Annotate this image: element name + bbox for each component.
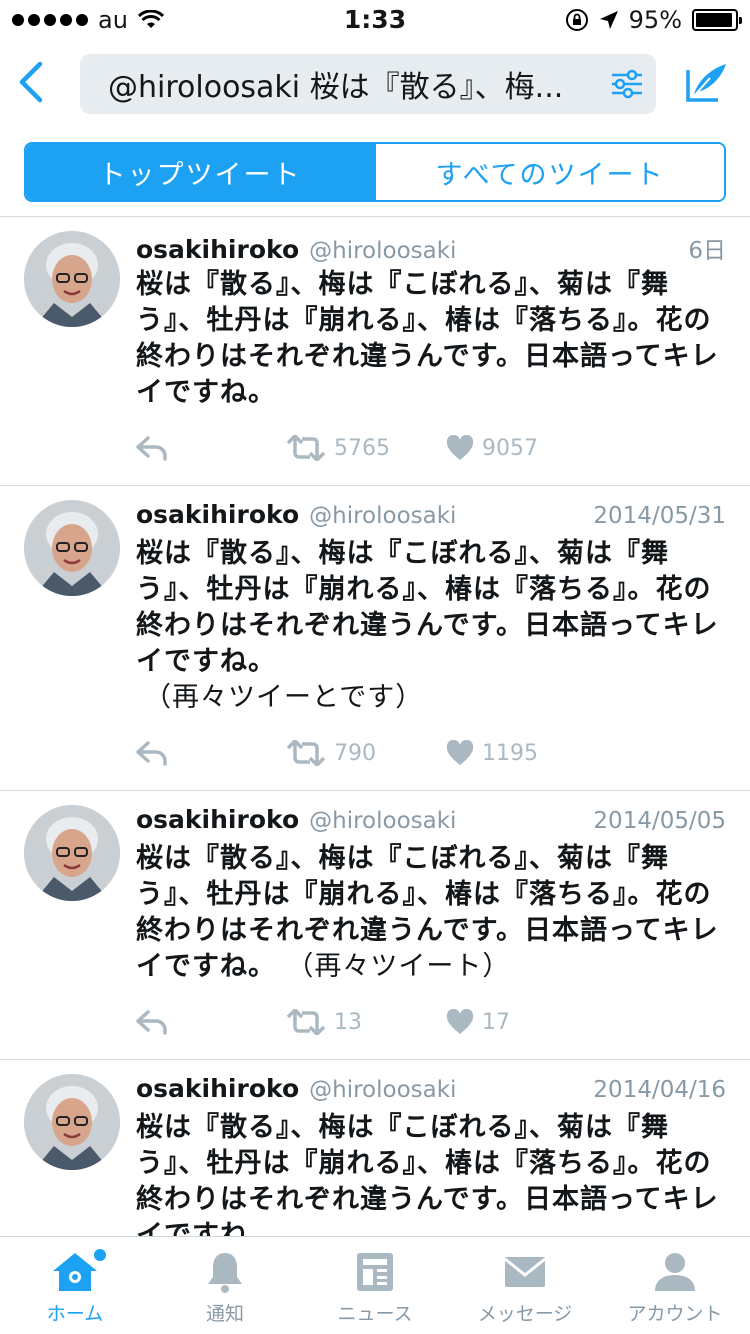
tweet-date: 2014/05/05 bbox=[593, 808, 726, 834]
retweet-button[interactable]: 5765 bbox=[286, 435, 446, 461]
tweet-date: 2014/04/16 bbox=[593, 1077, 726, 1103]
bell-icon bbox=[208, 1253, 242, 1293]
avatar[interactable] bbox=[24, 805, 120, 901]
retweet-icon bbox=[286, 740, 326, 766]
tweet-text-extra: （再々ツイート） bbox=[286, 951, 511, 982]
tweet-text: 桜は『散る』、梅は『こぼれる』、菊は『舞う』、牡丹は『崩れる』、椿は『落ちる』。… bbox=[136, 536, 726, 716]
heart-icon bbox=[446, 435, 474, 460]
retweet-button[interactable]: 790 bbox=[286, 740, 446, 766]
notification-dot bbox=[94, 1249, 106, 1261]
retweet-icon bbox=[286, 435, 326, 461]
heart-icon bbox=[446, 1009, 474, 1034]
retweet-count: 5765 bbox=[334, 435, 390, 461]
tab-messages-label: メッセージ bbox=[477, 1303, 573, 1325]
tweet-text: 桜は『散る』、梅は『こぼれる』、菊は『舞う』、牡丹は『崩れる』、椿は『落ちる』。… bbox=[136, 1110, 726, 1236]
search-field[interactable]: @hiroloosaki 桜は『散る』、梅... bbox=[80, 54, 656, 114]
like-count: 1195 bbox=[482, 740, 538, 766]
tab-all-tweets[interactable]: すべてのツイート bbox=[374, 144, 724, 200]
home-icon bbox=[53, 1253, 97, 1291]
bottom-tab-bar: ホーム 通知 ニュース メッセージ アカウント bbox=[0, 1236, 750, 1334]
like-button[interactable]: 17 bbox=[446, 1009, 510, 1035]
like-count: 9057 bbox=[482, 435, 538, 461]
tweet-text-main: 桜は『散る』、梅は『こぼれる』、菊は『舞う』、牡丹は『崩れる』、椿は『落ちる』。… bbox=[136, 538, 719, 677]
tweet-text: 桜は『散る』、梅は『こぼれる』、菊は『舞う』、牡丹は『崩れる』、椿は『落ちる』。… bbox=[136, 267, 726, 411]
retweet-count: 13 bbox=[334, 1009, 362, 1035]
avatar[interactable] bbox=[24, 231, 120, 327]
author-name[interactable]: osakihiroko bbox=[136, 235, 299, 264]
tweet-text-extra: （再々ツイーとです） bbox=[144, 682, 424, 713]
tweet-text: 桜は『散る』、梅は『こぼれる』、菊は『舞う』、牡丹は『崩れる』、椿は『落ちる』。… bbox=[136, 841, 726, 985]
tweet-actions: 13 17 bbox=[136, 985, 726, 1059]
compose-tweet-icon[interactable] bbox=[684, 62, 728, 104]
location-arrow-icon bbox=[599, 11, 618, 29]
author-handle[interactable]: @hiroloosaki bbox=[309, 238, 456, 264]
tweet-text-main: 桜は『散る』、梅は『こぼれる』、菊は『舞う』、牡丹は『崩れる』、椿は『落ちる』。… bbox=[136, 1112, 719, 1236]
like-count: 17 bbox=[482, 1009, 510, 1035]
search-query[interactable]: @hiroloosaki 桜は『散る』、梅... bbox=[108, 62, 563, 106]
author-handle[interactable]: @hiroloosaki bbox=[309, 1077, 456, 1103]
status-bar: au 1:33 95% bbox=[0, 0, 750, 40]
tweet-filter-segments: トップツイート すべてのツイート bbox=[24, 142, 726, 202]
search-filter-icon[interactable] bbox=[610, 69, 644, 99]
tab-news-label: ニュース bbox=[337, 1303, 413, 1325]
author-handle[interactable]: @hiroloosaki bbox=[309, 808, 456, 834]
tweet-text-main: 桜は『散る』、梅は『こぼれる』、菊は『舞う』、牡丹は『崩れる』、椿は『落ちる』。… bbox=[136, 269, 719, 408]
tweet-actions: 5765 9057 bbox=[136, 411, 726, 485]
like-button[interactable]: 9057 bbox=[446, 435, 538, 461]
tweet-date: 2014/05/31 bbox=[593, 503, 726, 529]
reply-button[interactable] bbox=[136, 1009, 286, 1035]
reply-button[interactable] bbox=[136, 740, 286, 766]
battery-percent: 95% bbox=[628, 6, 682, 34]
reply-button[interactable] bbox=[136, 435, 286, 461]
tab-notifications-label: 通知 bbox=[205, 1303, 244, 1325]
like-button[interactable]: 1195 bbox=[446, 740, 538, 766]
author-name[interactable]: osakihiroko bbox=[136, 805, 299, 834]
tweet-item[interactable]: osakihiroko @hiroloosaki 2014/05/31 桜は『散… bbox=[0, 486, 750, 791]
retweet-icon bbox=[286, 1009, 326, 1035]
reply-icon bbox=[136, 741, 167, 766]
tweet-item[interactable]: osakihiroko @hiroloosaki 2014/05/05 桜は『散… bbox=[0, 791, 750, 1060]
avatar[interactable] bbox=[24, 500, 120, 596]
status-right: 95% bbox=[565, 6, 742, 34]
author-name[interactable]: osakihiroko bbox=[136, 1074, 299, 1103]
author-handle[interactable]: @hiroloosaki bbox=[309, 503, 456, 529]
heart-icon bbox=[446, 740, 474, 765]
tab-notifications[interactable]: 通知 bbox=[150, 1237, 300, 1334]
tweet-item[interactable]: osakihiroko @hiroloosaki 6日 桜は『散る』、梅は『こぼ… bbox=[0, 217, 750, 486]
tab-messages[interactable]: メッセージ bbox=[450, 1237, 600, 1334]
reply-icon bbox=[136, 436, 167, 461]
tab-top-tweets[interactable]: トップツイート bbox=[26, 144, 374, 200]
tab-home-label: ホーム bbox=[46, 1303, 104, 1325]
avatar[interactable] bbox=[24, 1074, 120, 1170]
tab-account[interactable]: アカウント bbox=[600, 1237, 750, 1334]
tweet-date: 6日 bbox=[688, 238, 726, 264]
tweet-list: osakihiroko @hiroloosaki 6日 桜は『散る』、梅は『こぼ… bbox=[0, 217, 750, 1236]
tweet-item[interactable]: osakihiroko @hiroloosaki 2014/04/16 桜は『散… bbox=[0, 1060, 750, 1236]
rotation-lock-icon bbox=[565, 9, 588, 31]
tab-news[interactable]: ニュース bbox=[300, 1237, 450, 1334]
tweet-actions: 790 1195 bbox=[136, 716, 726, 790]
retweet-button[interactable]: 13 bbox=[286, 1009, 446, 1035]
envelope-icon bbox=[504, 1257, 546, 1287]
retweet-count: 790 bbox=[334, 740, 376, 766]
search-header: @hiroloosaki 桜は『散る』、梅... bbox=[0, 40, 750, 130]
tab-account-label: アカウント bbox=[627, 1303, 723, 1325]
battery-icon bbox=[692, 9, 742, 31]
reply-icon bbox=[136, 1010, 167, 1035]
person-icon bbox=[655, 1253, 695, 1291]
tab-home[interactable]: ホーム bbox=[0, 1237, 150, 1334]
author-name[interactable]: osakihiroko bbox=[136, 500, 299, 529]
back-chevron-icon[interactable] bbox=[14, 60, 48, 104]
news-icon bbox=[357, 1253, 393, 1291]
